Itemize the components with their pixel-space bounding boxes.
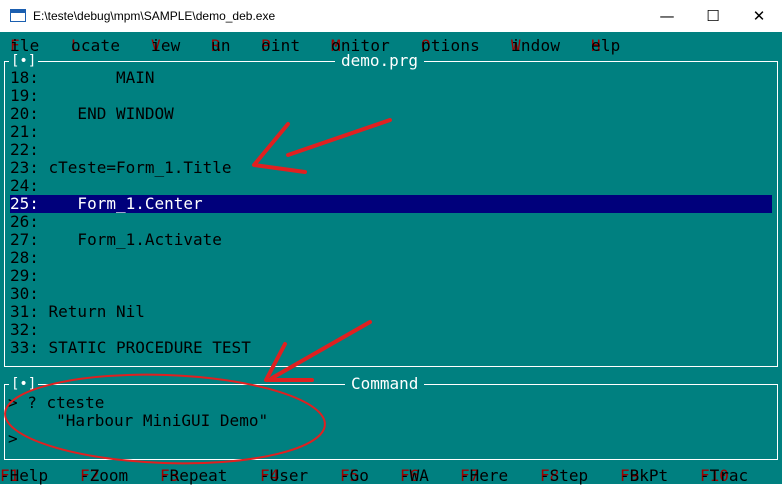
command-history-line: > ? cteste bbox=[8, 393, 105, 412]
code-line[interactable]: 26: bbox=[10, 213, 39, 231]
code-line[interactable]: 30: bbox=[10, 285, 39, 303]
app-window-icon bbox=[10, 9, 26, 22]
minimize-button[interactable]: — bbox=[644, 0, 690, 32]
code-line[interactable]: 22: bbox=[10, 141, 39, 159]
command-input-line[interactable]: > bbox=[8, 430, 18, 448]
code-line[interactable]: 28: bbox=[10, 249, 39, 267]
current-code-line[interactable]: 25: Form_1.Center bbox=[10, 195, 772, 213]
code-line[interactable]: 18: MAIN bbox=[10, 69, 155, 87]
debugger-console: File Locate View Run Point Monitor Optio… bbox=[0, 32, 782, 485]
window-title: E:\teste\debug\mpm\SAMPLE\demo_deb.exe bbox=[33, 9, 276, 23]
code-line[interactable]: 33: STATIC PROCEDURE TEST bbox=[10, 339, 251, 357]
code-line[interactable]: 27: Form_1.Activate bbox=[10, 231, 222, 249]
code-line[interactable]: 24: bbox=[10, 177, 39, 195]
window-title-bar[interactable]: E:\teste\debug\mpm\SAMPLE\demo_deb.exe —… bbox=[0, 0, 782, 32]
code-line[interactable]: 20: END WINDOW bbox=[10, 105, 174, 123]
code-line[interactable]: 23: cTeste=Form_1.Title bbox=[10, 159, 232, 177]
command-window-title: Command bbox=[345, 375, 425, 393]
command-window-close-button[interactable]: [•] bbox=[9, 375, 39, 393]
command-output-line: "Harbour MiniGUI Demo" bbox=[8, 411, 269, 430]
maximize-button[interactable]: ☐ bbox=[690, 0, 736, 32]
code-window-title: demo.prg bbox=[335, 52, 425, 70]
function-key-bar: F1 -Help F2 -Zoom F3 -Repeat F4 -User F5 -Go … bbox=[0, 464, 782, 485]
code-line[interactable]: 19: bbox=[10, 87, 39, 105]
close-button[interactable]: ✕ bbox=[736, 0, 782, 32]
menu-bar: File Locate View Run Point Monitor Optio… bbox=[0, 32, 782, 55]
code-line[interactable]: 32: bbox=[10, 321, 39, 339]
code-line[interactable]: 31: Return Nil bbox=[10, 303, 145, 321]
code-line[interactable]: 29: bbox=[10, 267, 39, 285]
code-line[interactable]: 21: bbox=[10, 123, 39, 141]
